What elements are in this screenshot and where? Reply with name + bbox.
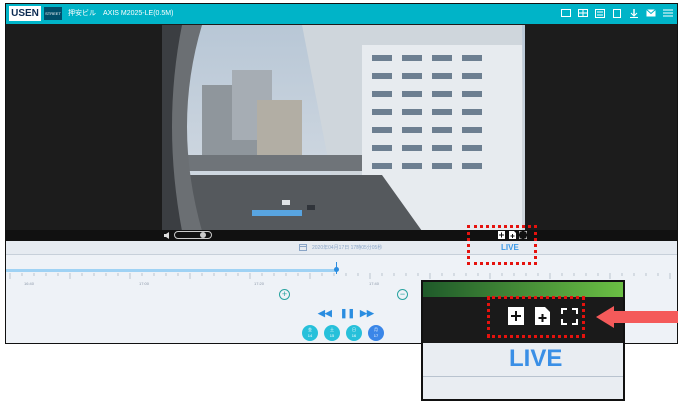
zoom-out-button[interactable]: − bbox=[397, 289, 408, 300]
day-selector: 金 14 土 15 日 16 月 17 bbox=[302, 325, 384, 341]
video-control-bar bbox=[6, 230, 677, 241]
timeline-ticks bbox=[9, 273, 671, 279]
header-toolbar bbox=[561, 8, 673, 20]
fullscreen-icon[interactable] bbox=[612, 8, 622, 18]
day-button[interactable]: 日 16 bbox=[346, 325, 362, 341]
timeline-progress bbox=[6, 269, 336, 272]
rewind-button[interactable]: ◀◀ bbox=[318, 307, 332, 319]
highlight-box-small bbox=[467, 225, 537, 265]
day-button-selected[interactable]: 月 17 bbox=[368, 325, 384, 341]
video-area bbox=[6, 24, 677, 231]
zoom-in-button[interactable]: + bbox=[279, 289, 290, 300]
speaker-icon[interactable] bbox=[164, 231, 171, 239]
camera-title: 押安ビル AXIS M2025-LE(0.5M) bbox=[68, 10, 174, 17]
timeline-time-label: 16:40 bbox=[24, 281, 35, 286]
zoom-live-label: LIVE bbox=[509, 345, 563, 372]
pointer-arrow-icon bbox=[596, 306, 678, 328]
day-number: 16 bbox=[351, 333, 357, 338]
volume-knob[interactable] bbox=[200, 232, 206, 238]
timeline-time-label: 17:20 bbox=[254, 281, 265, 286]
zoom-video-strip bbox=[423, 282, 623, 297]
day-number: 14 bbox=[307, 333, 313, 338]
volume-slider[interactable] bbox=[174, 231, 212, 239]
list-view-icon[interactable] bbox=[595, 8, 605, 18]
volume-control[interactable] bbox=[164, 231, 212, 239]
menu-icon[interactable] bbox=[663, 8, 673, 18]
download-icon[interactable] bbox=[629, 8, 639, 18]
timeline-time-label: 17:40 bbox=[369, 281, 380, 286]
zoom-callout: LIVE bbox=[421, 280, 625, 401]
day-button[interactable]: 土 15 bbox=[324, 325, 340, 341]
date-row: 2020年04月17日 17時05分05秒 LIVE bbox=[6, 241, 677, 255]
day-number: 17 bbox=[373, 333, 379, 338]
usen-logo: USEN bbox=[9, 6, 41, 21]
day-number: 15 bbox=[329, 333, 335, 338]
highlight-box-large bbox=[487, 296, 585, 338]
timeline[interactable] bbox=[6, 255, 677, 279]
calendar-icon[interactable] bbox=[299, 243, 307, 251]
mail-icon[interactable] bbox=[646, 8, 656, 18]
grid-view-icon[interactable] bbox=[578, 8, 588, 18]
street-logo: STREET bbox=[44, 7, 62, 20]
timeline-playhead[interactable] bbox=[334, 267, 339, 272]
forward-button[interactable]: ▶▶ bbox=[360, 307, 374, 319]
day-button[interactable]: 金 14 bbox=[302, 325, 318, 341]
app-header: USEN STREET 押安ビル AXIS M2025-LE(0.5M) bbox=[6, 4, 677, 24]
zoom-divider bbox=[423, 376, 623, 377]
timeline-time-label: 17:00 bbox=[139, 281, 150, 286]
camera-video-feed[interactable] bbox=[162, 25, 525, 231]
pause-button[interactable]: ❚❚ bbox=[340, 307, 355, 319]
current-datetime: 2020年04月17日 17時05分05秒 bbox=[312, 245, 383, 251]
single-view-icon[interactable] bbox=[561, 8, 571, 18]
